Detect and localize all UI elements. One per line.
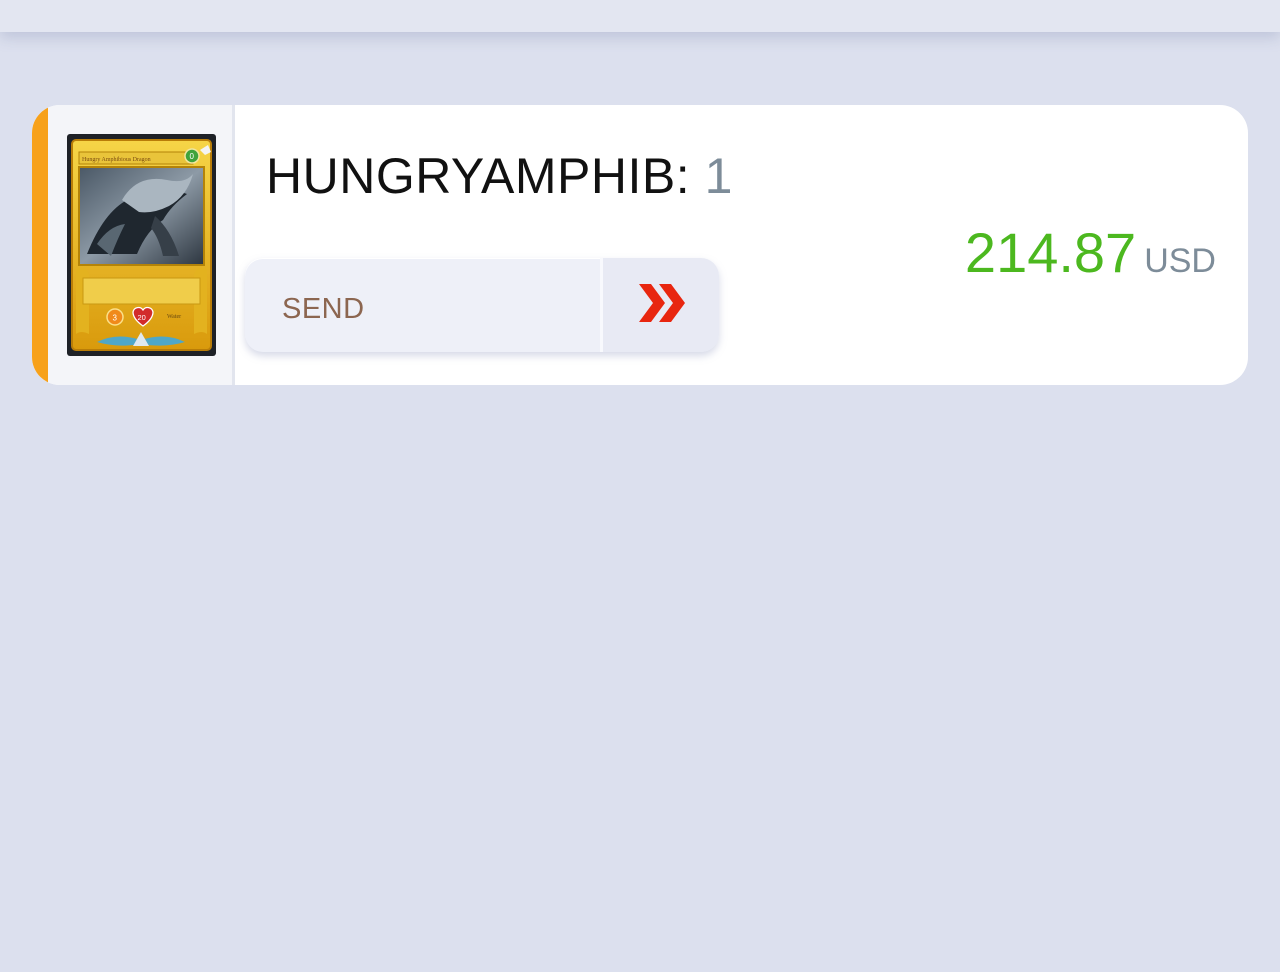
card-mana-text: 0 (190, 152, 195, 161)
thumbnail-panel: Hungry Amphibious Dragon 0 3 20 Water (48, 105, 235, 385)
item-quantity: 1 (704, 148, 733, 204)
item-name: HUNGRYAMPHIB: (266, 148, 691, 204)
double-chevron-right-icon (639, 284, 685, 322)
card-title-text: Hungry Amphibious Dragon (82, 157, 151, 163)
price-currency: USD (1144, 242, 1216, 280)
card-image[interactable]: Hungry Amphibious Dragon 0 3 20 Water (67, 134, 216, 356)
price-value: 214.87 (964, 221, 1137, 284)
price: 214.87 USD (965, 220, 1216, 285)
item-card: Hungry Amphibious Dragon 0 3 20 Water HU… (32, 105, 1248, 385)
accent-stripe (32, 105, 48, 385)
top-bar (0, 0, 1280, 32)
card-speed-text: 3 (113, 314, 118, 323)
send-label: SEND (282, 293, 365, 325)
send-button[interactable]: SEND (245, 258, 719, 352)
item-title: HUNGRYAMPHIB: 1 (266, 147, 733, 205)
send-arrow-button[interactable] (603, 258, 719, 352)
card-element-text: Water (167, 314, 181, 320)
card-health-text: 20 (138, 313, 146, 322)
